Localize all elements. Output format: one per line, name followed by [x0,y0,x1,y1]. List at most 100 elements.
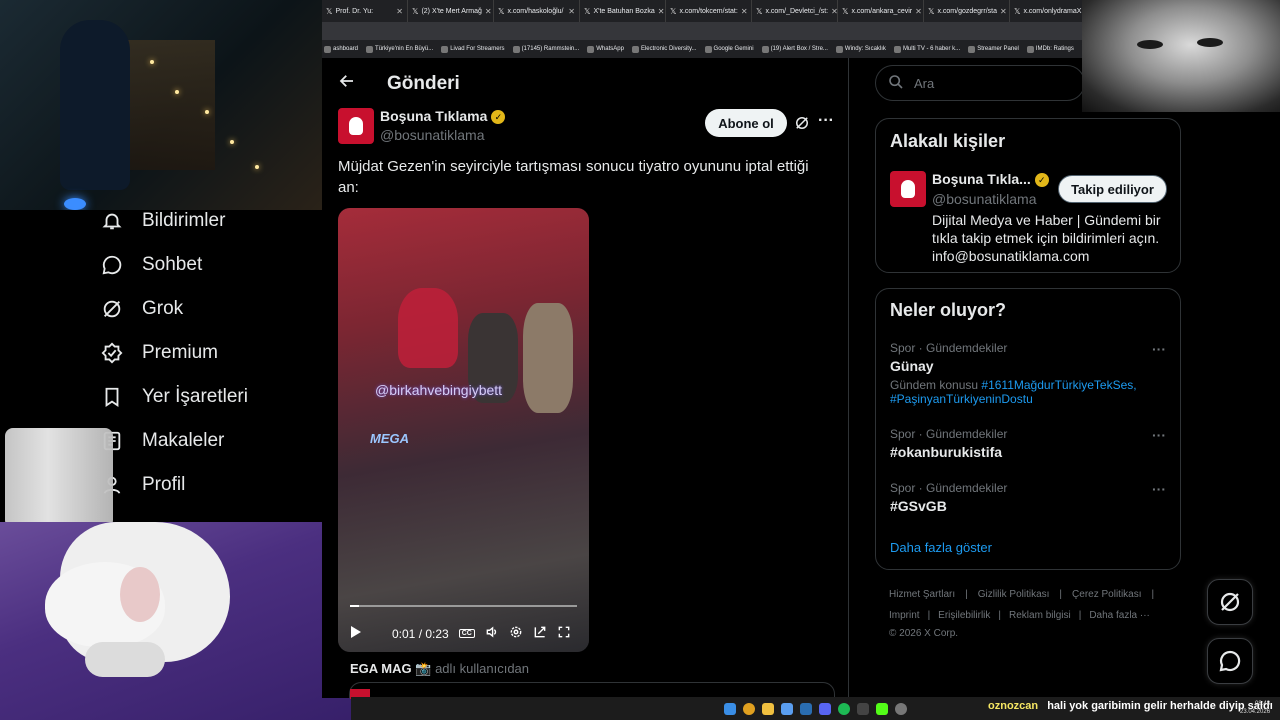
nav-item-chat[interactable]: Sohbet [100,253,202,277]
search-box[interactable]: Ara [875,65,1085,101]
bookmark-label: Multi TV - 6 haber k... [902,46,961,52]
discord-icon[interactable] [819,702,831,715]
steam-icon[interactable] [800,702,812,715]
trends-title: Neler oluyor? [890,300,1007,320]
trend-item[interactable]: Spor · Gündemdekiler Günay Gündem konusu… [890,341,1170,406]
nav-item-bookmarks[interactable]: Yer İşaretleri [100,385,248,409]
related-title: Alakalı kişiler [890,131,1006,151]
trend-item[interactable]: Spor · Gündemdekiler #okanburukistifa [890,427,1170,460]
nav-item-grok[interactable]: Grok [100,297,183,321]
footer-link[interactable]: Gizlilik Politikası [978,589,1050,600]
close-icon[interactable]: ✕ [915,7,922,16]
search-input[interactable]: Ara [914,76,934,91]
fullscreen-icon[interactable] [557,625,571,642]
play-icon[interactable] [350,625,362,642]
footer-link[interactable]: Erişilebilirlik [938,610,990,621]
nav-item-articles[interactable]: Makaleler [100,429,224,453]
bookmark-label: Türkiye'nin En Büyü... [375,46,434,52]
media-source-name[interactable]: EGA MAG 📸 [350,661,431,676]
bookmark-item[interactable]: IMDb: Ratings [1026,45,1074,53]
nav-item-notifications[interactable]: Bildirimler [100,209,225,233]
close-icon[interactable]: ✕ [741,7,748,16]
folder-icon[interactable] [762,702,774,715]
browser-tab[interactable]: 𝕏x.com/onlydramaX:✕ [1010,0,1082,22]
back-arrow-icon[interactable] [338,72,356,96]
author-name[interactable]: Boşuna Tıklama [380,108,487,124]
media-source-line[interactable]: EGA MAG 📸 adlı kullanıcıdan [350,661,529,677]
messages-fab-button[interactable] [1207,638,1253,684]
trend-item[interactable]: Spor · Gündemdekiler #GSvGB [890,481,1170,514]
close-icon[interactable]: ✕ [1000,7,1007,16]
browser-tab[interactable]: 𝕏 Prof. Dr. Yu: ✕ [322,0,408,22]
footer-link[interactable]: Reklam bilgisi [1009,610,1071,621]
epic-icon[interactable] [857,702,869,715]
bookmark-item[interactable]: WhatsApp [587,45,624,53]
bookmark-item[interactable]: Streamer Panel [968,45,1019,53]
chrome-icon[interactable] [743,702,755,715]
close-icon[interactable]: ✕ [396,7,403,16]
browser-tab[interactable]: 𝕏 X'te Batuhan Bozka ✕ [580,0,666,22]
nav-item-premium[interactable]: Premium [100,341,218,365]
close-icon[interactable]: ✕ [485,7,492,16]
x-logo-icon: 𝕏 [928,6,935,16]
close-icon[interactable]: ✕ [831,7,837,16]
following-button[interactable]: Takip ediliyor [1058,175,1167,203]
author-name-row[interactable]: Boşuna Tıklama ✓ [380,108,506,126]
subscribe-button[interactable]: Abone ol [705,109,787,137]
bookmark-item[interactable]: Electronic Diversity... [631,45,697,53]
browser-tab[interactable]: 𝕏x.com/_Devletci_/st: ✕ [752,0,838,22]
webcam-overlay [0,0,322,210]
close-icon[interactable]: ✕ [568,7,575,16]
app-icon[interactable] [781,702,793,715]
footer-link[interactable]: Imprint [889,610,920,621]
trend-sub-prefix: Gündem konusu [890,378,979,392]
picture-in-picture-icon[interactable] [533,625,547,642]
page-title: Gönderi [387,73,460,94]
settings-gear-icon[interactable] [509,625,523,642]
bookmark-item[interactable]: Livad For Streamers [441,45,505,53]
bookmark-item[interactable]: Google Gemini [704,45,754,53]
bookmark-item[interactable]: Windy: Sıcaklık [835,45,886,53]
bookmark-item[interactable]: Multi TV - 6 haber k... [893,45,961,53]
author-avatar[interactable] [338,108,374,144]
tab-title: x.com/ankara_cevir [851,7,913,15]
start-icon[interactable] [724,702,736,715]
app-icon[interactable] [895,702,907,715]
browser-tab[interactable]: 𝕏x.com/haskoloğlu/ ✕ [494,0,580,22]
footer-link[interactable]: Çerez Politikası [1072,589,1141,600]
grok-fab-button[interactable] [1207,579,1253,625]
related-name-row[interactable]: Boşuna Tıkla... ✓ [932,171,1049,189]
more-options-icon[interactable]: ··· [818,112,834,130]
address-bar[interactable] [322,22,1082,40]
trend-more-icon[interactable]: ··· [1152,341,1166,357]
spotify-icon[interactable] [838,702,850,715]
browser-tab[interactable]: 𝕏 (2) X'te Mert Armağ ✕ [408,0,494,22]
grok-icon[interactable] [793,114,811,137]
bookmark-item[interactable]: (17145) Rammstein... [512,45,579,53]
trend-more-icon[interactable]: ··· [1152,427,1166,443]
browser-tab[interactable]: 𝕏x.com/ankara_cevir ✕ [838,0,924,22]
browser-tab[interactable]: 𝕏x.com/gozdegrr/sta ✕ [924,0,1010,22]
related-name[interactable]: Boşuna Tıkla... [932,171,1031,187]
show-more-link[interactable]: Daha fazla göster [890,540,992,555]
x-logo-icon: 𝕏 [1014,6,1021,16]
video-progress-track[interactable] [350,605,577,607]
footer-link[interactable]: Daha fazla ··· [1089,610,1150,621]
bookmark-item[interactable]: Türkiye'nin En Büyü... [366,45,434,53]
browser-tab-bar: 𝕏 Prof. Dr. Yu: ✕ 𝕏 (2) X'te Mert Armağ ✕ 𝕏x.c… [322,0,1082,22]
footer-link[interactable]: Hizmet Şartları [889,589,955,600]
close-icon[interactable]: ✕ [658,7,665,16]
video-player[interactable]: @birkahvebingiybett MEGA 0:01 / 0:23 CC [338,208,589,652]
bookmark-item[interactable]: ashboard [324,45,358,53]
related-avatar[interactable] [890,171,926,207]
related-handle[interactable]: @bosunatiklama [932,191,1037,207]
volume-icon[interactable] [485,625,499,642]
bookmark-item[interactable]: (19) Alert Box / Stre... [761,45,828,53]
trend-more-icon[interactable]: ··· [1152,481,1166,497]
video-watermark: @birkahvebingiybett [375,382,503,398]
author-handle[interactable]: @bosunatiklama [380,127,485,143]
browser-tab[interactable]: 𝕏x.com/tokcem/stat: ✕ [666,0,752,22]
captions-icon[interactable]: CC [458,629,475,638]
kick-icon[interactable] [876,702,888,715]
quoted-card[interactable] [349,682,835,699]
